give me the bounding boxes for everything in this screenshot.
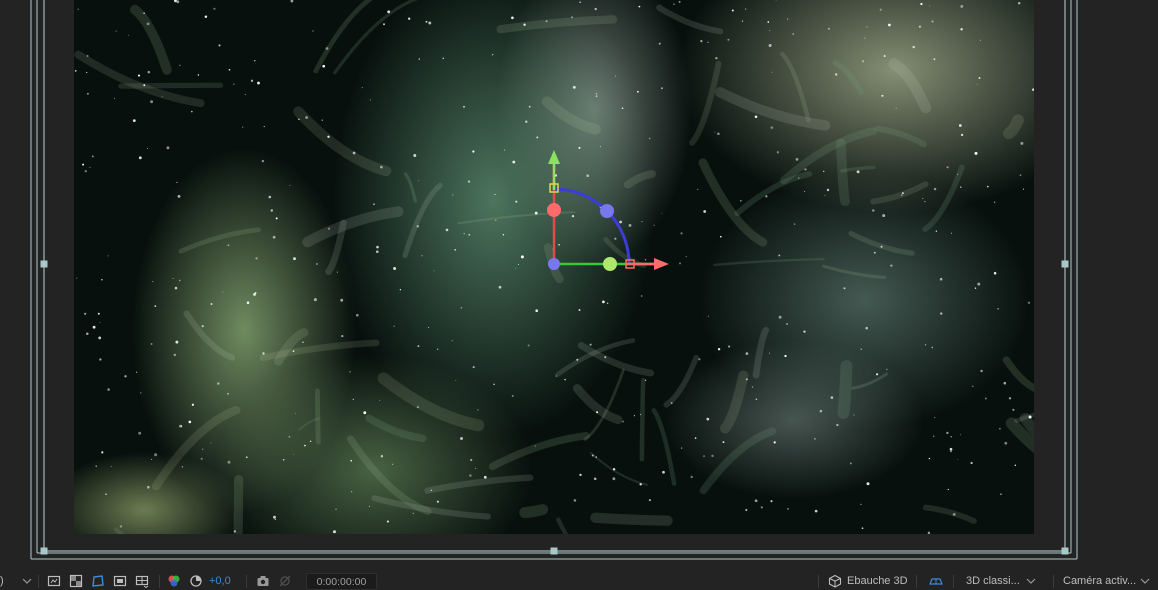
camera-view-dropdown[interactable]: Caméra activ... [1059,572,1156,590]
color-channels-icon[interactable] [167,572,181,590]
layer-handle-bottom-right[interactable] [1061,547,1069,555]
composition-viewer[interactable] [0,0,1158,572]
3d-ground-plane-icon[interactable] [929,572,943,590]
resolution-icon[interactable] [47,572,61,590]
layer-handle-bottom-mid[interactable] [550,547,558,555]
layer-handle-right-mid[interactable] [1061,260,1069,268]
renderer-chevron-down-icon [1026,578,1036,584]
viewer-toolbar: ) +0,0 0:00:00:00 Ebauche 3D 3D classi..… [0,572,1158,590]
magnification-value: ) [0,575,4,587]
reset-exposure-icon[interactable] [189,572,203,590]
show-snapshot-icon[interactable] [278,572,292,590]
magnification-chevron-down-icon[interactable] [20,572,34,590]
transparency-grid-icon[interactable] [69,572,83,590]
magnification-dropdown[interactable]: ) [0,572,4,590]
y-rotation-handle[interactable] [547,203,561,217]
renderer-dropdown[interactable]: 3D classi... [962,572,1042,590]
renderer-mode-value: 3D classi... [966,575,1020,587]
draft-3d-toggle[interactable]: Ebauche 3D [828,572,908,590]
anchor-point-handle[interactable] [548,258,560,270]
grid-guides-icon[interactable] [135,572,149,590]
camera-view-value: Caméra activ... [1063,575,1137,587]
current-time-field[interactable]: 0:00:00:00 [306,573,377,590]
draft-3d-icon [828,574,842,588]
x-rotation-handle[interactable] [603,257,617,271]
draft-3d-label: Ebauche 3D [847,575,908,587]
snapshot-camera-icon[interactable] [256,572,270,590]
layer-handle-left-mid[interactable] [40,260,48,268]
exposure-value[interactable]: +0,0 [209,572,231,590]
mask-path-visibility-icon[interactable] [91,572,105,590]
layer-handle-bottom-left[interactable] [40,547,48,555]
xy-rotation-handle[interactable] [600,204,614,218]
camera-view-chevron-down-icon [1140,578,1150,584]
region-of-interest-icon[interactable] [113,572,127,590]
